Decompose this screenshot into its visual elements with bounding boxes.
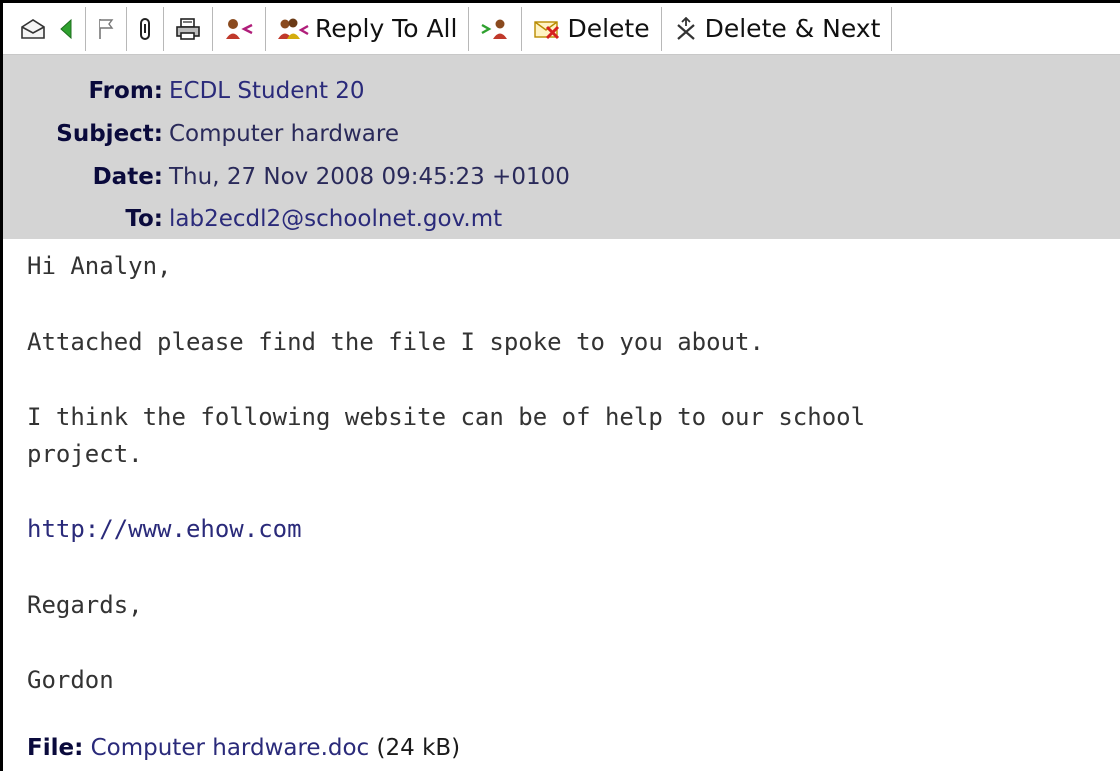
toolbar-group-reply bbox=[213, 6, 266, 51]
flag-button[interactable] bbox=[91, 9, 121, 49]
toolbar-group-forward bbox=[469, 6, 523, 51]
delete-label: Delete bbox=[567, 14, 650, 43]
reply-button[interactable] bbox=[218, 9, 260, 49]
delete-next-icon bbox=[673, 16, 699, 41]
delete-button[interactable]: Delete bbox=[527, 9, 655, 49]
date-value: Thu, 27 Nov 2008 09:45:23 +0100 bbox=[169, 164, 570, 190]
subject-value: Computer hardware bbox=[169, 121, 399, 147]
header-row-to: To: lab2ecdl2@schoolnet.gov.mt bbox=[3, 197, 502, 241]
attachment-row: File: Computer hardware.doc (24 kB) bbox=[27, 735, 460, 761]
envelope-button[interactable] bbox=[14, 9, 52, 49]
reply-all-icon bbox=[277, 17, 309, 41]
to-label: To: bbox=[125, 206, 163, 232]
attachment-button[interactable] bbox=[132, 9, 158, 49]
toolbar-group-print bbox=[164, 6, 213, 51]
back-arrow-icon bbox=[58, 18, 74, 40]
toolbar-group-attach bbox=[127, 6, 164, 51]
message-header: From: ECDL Student 20 Subject: Computer … bbox=[3, 55, 1120, 239]
reply-all-label: Reply To All bbox=[315, 14, 458, 43]
from-value[interactable]: ECDL Student 20 bbox=[169, 78, 365, 104]
toolbar: Reply To All Delete Delete & Next bbox=[3, 3, 1120, 55]
toolbar-group-delete: Delete bbox=[522, 6, 662, 51]
body-line-2a: I think the following website can be of … bbox=[27, 403, 866, 431]
print-button[interactable] bbox=[169, 9, 207, 49]
body-line-2b: project. bbox=[27, 440, 143, 468]
reply-all-button[interactable]: Reply To All bbox=[271, 9, 463, 49]
delete-icon bbox=[533, 18, 561, 40]
printer-icon bbox=[175, 17, 201, 41]
delete-next-label: Delete & Next bbox=[704, 14, 881, 43]
attachment-size: (24 kB) bbox=[376, 735, 461, 761]
toolbar-group-flag bbox=[86, 6, 127, 51]
greeting-line: Hi Analyn, bbox=[27, 252, 172, 280]
attachment-link[interactable]: Computer hardware.doc bbox=[91, 735, 370, 761]
back-button[interactable] bbox=[52, 9, 80, 49]
closing-line: Regards, bbox=[27, 591, 143, 619]
toolbar-group-delete-next: Delete & Next bbox=[662, 6, 893, 51]
header-row-date: Date: Thu, 27 Nov 2008 09:45:23 +0100 bbox=[3, 155, 570, 199]
delete-next-button[interactable]: Delete & Next bbox=[667, 9, 887, 49]
email-view: Reply To All Delete Delete & Next From: … bbox=[0, 0, 1120, 771]
envelope-icon bbox=[20, 18, 46, 40]
flag-icon bbox=[97, 17, 115, 41]
header-row-from: From: ECDL Student 20 bbox=[3, 69, 365, 113]
toolbar-group-nav bbox=[9, 6, 86, 51]
file-label: File: bbox=[27, 735, 84, 761]
signature-line: Gordon bbox=[27, 666, 114, 694]
to-value[interactable]: lab2ecdl2@schoolnet.gov.mt bbox=[169, 206, 502, 232]
forward-icon bbox=[480, 17, 510, 41]
paperclip-icon bbox=[138, 17, 152, 41]
from-label: From: bbox=[88, 78, 163, 104]
body-line-1: Attached please find the file I spoke to… bbox=[27, 328, 764, 356]
date-label: Date: bbox=[92, 164, 163, 190]
reply-icon bbox=[224, 17, 254, 41]
forward-button[interactable] bbox=[474, 9, 516, 49]
header-row-subject: Subject: Computer hardware bbox=[3, 112, 399, 156]
website-link[interactable]: http://www.ehow.com bbox=[27, 512, 302, 546]
subject-label: Subject: bbox=[56, 121, 163, 147]
toolbar-group-reply-all: Reply To All bbox=[266, 6, 470, 51]
